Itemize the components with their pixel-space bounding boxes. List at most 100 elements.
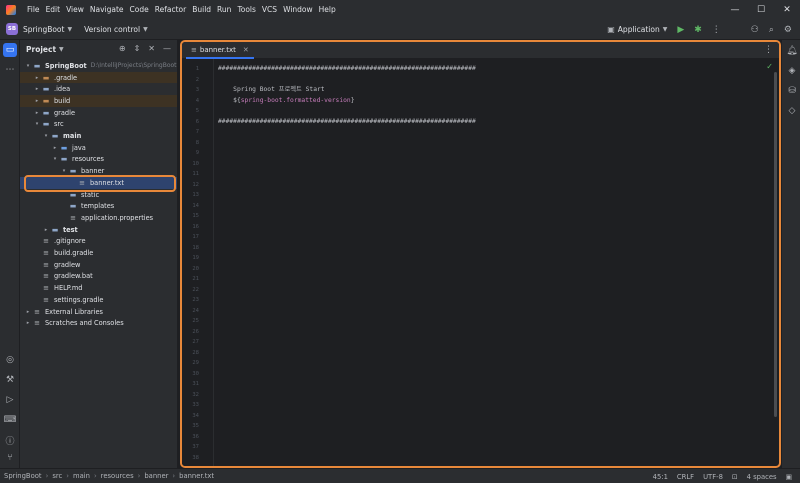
minimize-button[interactable]: —	[722, 0, 748, 19]
line-number: 11	[192, 171, 199, 177]
locate-icon[interactable]: ⊕	[119, 44, 126, 53]
expand-arrow-icon[interactable]: ▾	[51, 156, 59, 162]
breadcrumb-item[interactable]: banner	[144, 472, 168, 480]
menu-edit[interactable]: Edit	[43, 5, 64, 14]
tree-item[interactable]: ≡ HELP.md	[20, 282, 177, 294]
breadcrumb-item[interactable]: resources	[101, 472, 134, 480]
expand-arrow-icon[interactable]: ▾	[60, 168, 68, 174]
expand-arrow-icon[interactable]: ▸	[33, 110, 41, 116]
ai-assistant-icon[interactable]: ◇	[785, 104, 799, 118]
expand-arrow-icon[interactable]: ▸	[33, 86, 41, 92]
menu-refactor[interactable]: Refactor	[152, 5, 189, 14]
settings-gear-icon[interactable]: ⚙	[784, 25, 792, 35]
vertical-scrollbar[interactable]	[774, 72, 777, 417]
selection-highlight-box	[24, 175, 176, 192]
menu-help[interactable]: Help	[316, 5, 339, 14]
file-icon: ≡	[43, 249, 49, 258]
menu-tools[interactable]: Tools	[234, 5, 258, 14]
close-button[interactable]: ✕	[774, 0, 800, 19]
tree-item-label: application.properties	[81, 213, 154, 222]
tree-item[interactable]: ▸ ▬ build	[20, 95, 177, 107]
caret-position[interactable]: 45:1	[653, 473, 668, 481]
tree-item[interactable]: ▸ ▬ java	[20, 142, 177, 154]
tree-item[interactable]: ≡ build.gradle	[20, 247, 177, 259]
run-tool-icon[interactable]: ▷	[3, 393, 17, 407]
tree-item[interactable]: ▸ ▬ .gradle	[20, 71, 177, 84]
debug-icon[interactable]: ✱	[694, 25, 702, 35]
menu-file[interactable]: File	[24, 5, 43, 14]
breadcrumb-item[interactable]: SpringBoot	[4, 472, 42, 480]
expand-arrow-icon[interactable]: ▸	[33, 98, 41, 104]
menu-view[interactable]: View	[63, 5, 87, 14]
readonly-toggle-icon[interactable]: ▣	[786, 473, 792, 481]
more-tools-icon[interactable]: ⋯	[3, 63, 17, 77]
tree-item[interactable]: ▾ ▬ main	[20, 130, 177, 142]
tree-item[interactable]: ≡ application.properties	[20, 212, 177, 224]
breadcrumb-item[interactable]: src	[52, 472, 62, 480]
tree-item[interactable]: ≡ .gitignore	[20, 236, 177, 248]
tree-item[interactable]: ≡ settings.gradle	[20, 294, 177, 306]
line-number: 14	[192, 202, 199, 209]
tab-banner-txt[interactable]: ≡ banner.txt ✕	[186, 42, 254, 59]
tree-item[interactable]: ▸ ≡ External Libraries	[20, 306, 177, 318]
expand-arrow-icon[interactable]: ▾	[33, 121, 41, 127]
breadcrumb-item[interactable]: banner.txt	[179, 472, 214, 480]
more-icon[interactable]: ⋮	[712, 25, 721, 35]
terminal-icon[interactable]: ⌨	[3, 413, 17, 427]
project-selector[interactable]: SpringBoot	[23, 25, 64, 34]
collapse-icon[interactable]: ⇕	[134, 44, 141, 53]
breadcrumb-item[interactable]: main	[73, 472, 90, 480]
tree-item[interactable]: ≡ gradlew.bat	[20, 271, 177, 283]
build-icon[interactable]: ⚒	[3, 373, 17, 387]
line-separator[interactable]: CRLF	[677, 473, 694, 481]
services-icon[interactable]: ◎	[3, 353, 17, 367]
close-tab-icon[interactable]: ✕	[243, 46, 249, 54]
panel-header-icons: ⊕ ⇕ ✕ —	[119, 44, 171, 53]
expand-arrow-icon[interactable]: ▸	[42, 227, 50, 233]
line-number: 5	[195, 108, 199, 114]
maximize-button[interactable]: ☐	[748, 0, 774, 19]
expand-arrow-icon[interactable]: ▾	[24, 63, 32, 69]
menu-window[interactable]: Window	[280, 5, 316, 14]
tree-item[interactable]: ▾ ▬ src	[20, 119, 177, 131]
expand-arrow-icon[interactable]: ▸	[51, 145, 59, 151]
menu-vcs[interactable]: VCS	[259, 5, 280, 14]
minimize-panel-icon[interactable]: —	[163, 44, 171, 53]
add-user-icon[interactable]: ⚇	[751, 25, 759, 35]
tree-item[interactable]: ▸ ▬ test	[20, 224, 177, 236]
indent-setting[interactable]: 4 spaces	[747, 473, 777, 481]
expand-arrow-icon[interactable]: ▸	[33, 75, 41, 81]
close-panel-icon[interactable]: ✕	[148, 44, 155, 53]
lock-icon[interactable]: ⊡	[732, 473, 738, 481]
code-line: Spring Boot 프로젝트 Start	[218, 86, 325, 93]
project-tool-icon[interactable]: ▭	[3, 43, 17, 57]
menu-build[interactable]: Build	[189, 5, 214, 14]
menu-run[interactable]: Run	[214, 5, 234, 14]
expand-arrow-icon[interactable]: ▸	[24, 309, 32, 315]
gradle-icon[interactable]: ◈	[785, 64, 799, 78]
file-encoding[interactable]: UTF-8	[703, 473, 723, 481]
tree-item[interactable]: ≡ gradlew	[20, 259, 177, 271]
run-config-selector[interactable]: Application	[618, 25, 660, 34]
menu-code[interactable]: Code	[127, 5, 152, 14]
tree-item[interactable]: ▬ templates	[20, 200, 177, 212]
line-number: 35	[192, 423, 199, 429]
expand-arrow-icon[interactable]: ▾	[42, 133, 50, 139]
tree-item[interactable]: ▾ ▬ resources	[20, 154, 177, 166]
tree-item[interactable]: ▾ ▬ SpringBoot D:\IntelliJProjects\SpringBo…	[20, 60, 177, 72]
problems-icon[interactable]: ⓘ	[3, 433, 17, 447]
project-panel-title[interactable]: Project	[26, 45, 56, 54]
menu-navigate[interactable]: Navigate	[87, 5, 127, 14]
notifications-icon[interactable]: 🔔︎	[785, 44, 799, 58]
database-icon[interactable]: ⛁	[785, 84, 799, 98]
line-number: 34	[192, 412, 199, 419]
tab-options-icon[interactable]: ⋮	[764, 45, 773, 55]
tree-item[interactable]: ▸ ≡ Scratches and Consoles	[20, 317, 177, 329]
tree-item[interactable]: ▸ ▬ .idea	[20, 83, 177, 95]
vcs-selector[interactable]: Version control	[84, 25, 140, 34]
tree-item[interactable]: ▸ ▬ gradle	[20, 107, 177, 119]
git-icon[interactable]: ⑂	[3, 451, 17, 465]
search-icon[interactable]: ⌕	[769, 25, 774, 35]
run-icon[interactable]: ▶	[677, 25, 684, 35]
expand-arrow-icon[interactable]: ▸	[24, 320, 32, 326]
